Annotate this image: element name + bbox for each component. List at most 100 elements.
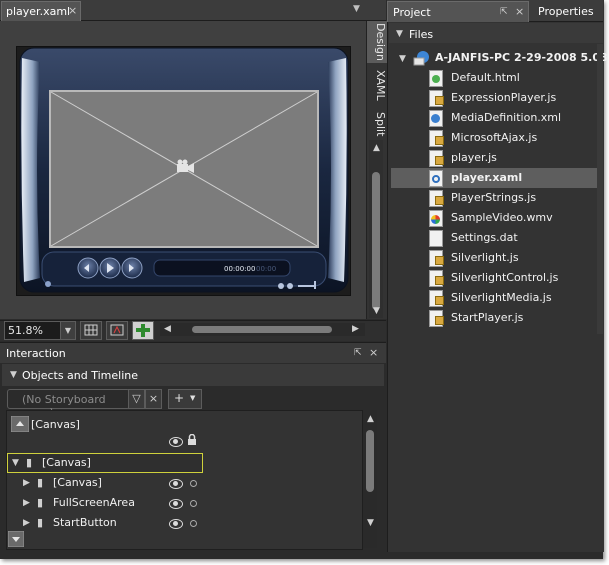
storyboard-dropdown-icon[interactable]: ▽ (128, 389, 145, 409)
tab-project-label: Project (393, 6, 431, 19)
file-row[interactable]: SilverlightControl.js (391, 268, 603, 288)
objects-timeline-header[interactable]: ▼ Objects and Timeline (2, 364, 384, 386)
file-row[interactable]: SilverlightMedia.js (391, 288, 603, 308)
tree-item-label: FullScreenArea (53, 496, 135, 509)
horizontal-scroll-thumb[interactable] (192, 326, 332, 333)
scope-down-icon[interactable] (8, 531, 24, 547)
js-file-icon (429, 130, 444, 147)
expand-arrow-icon[interactable]: ▼ (399, 54, 406, 64)
scope-root-row[interactable]: [Canvas] (7, 414, 361, 436)
collapse-arrow-icon[interactable]: ▼ (396, 29, 403, 39)
interaction-header: Interaction ⇱ × (0, 342, 386, 363)
file-name: MediaDefinition.xml (451, 111, 562, 124)
snap-icon (110, 324, 124, 336)
grid-toggle-button[interactable] (80, 321, 102, 340)
lock-dot-icon[interactable] (190, 480, 197, 487)
tree-item-label: [Canvas] (42, 456, 91, 469)
tree-item-label: [Canvas] (53, 476, 102, 489)
crosshair-icon (136, 324, 150, 337)
file-row-selected[interactable]: player.xaml (391, 168, 603, 188)
file-row[interactable]: PlayerStrings.js (391, 188, 603, 208)
lock-dot-icon[interactable] (190, 500, 197, 507)
objects-timeline-title: Objects and Timeline (22, 369, 139, 382)
expand-arrow-icon[interactable]: ▶ (23, 518, 30, 528)
scroll-up-icon[interactable]: ▲ (373, 143, 380, 153)
visibility-eye-icon[interactable] (169, 437, 183, 447)
tab-design[interactable]: Design (367, 21, 387, 63)
files-scrollbar[interactable] (597, 44, 603, 334)
file-row[interactable]: Silverlight.js (391, 248, 603, 268)
canvas-icon: ▮ (37, 476, 44, 489)
scope-up-icon[interactable] (11, 416, 29, 432)
scroll-down-icon[interactable]: ▼ (367, 518, 374, 528)
tree-row-fullscreenarea[interactable]: ▶ ▮ FullScreenArea (7, 493, 361, 513)
expand-arrow-icon[interactable]: ▶ (23, 478, 30, 488)
close-icon[interactable]: × (68, 4, 77, 17)
undock-icon[interactable]: ⇱ (354, 348, 362, 358)
tab-label: player.xaml (6, 5, 71, 18)
tab-project[interactable]: Project ⇱ × (387, 1, 529, 22)
files-header[interactable]: ▼ Files (389, 23, 603, 43)
close-storyboard-button[interactable]: × (145, 389, 162, 409)
close-icon[interactable]: × (515, 5, 524, 18)
scroll-down-icon[interactable]: ▼ (373, 306, 380, 316)
project-root-label: A-JANFIS-PC 2-29-2008 5.08.01 P (435, 51, 609, 64)
js-file-icon (429, 250, 444, 267)
scroll-left-icon[interactable]: ◀ (164, 324, 171, 334)
file-name: SampleVideo.wmv (451, 211, 553, 224)
tree-row-startbutton[interactable]: ▶ ▮ StartButton (7, 513, 361, 533)
lock-dot-icon[interactable] (190, 520, 197, 527)
zoom-dropdown-icon[interactable]: ▼ (60, 321, 76, 340)
expand-arrow-icon[interactable]: ▼ (12, 458, 19, 468)
file-row[interactable]: ExpressionPlayer.js (391, 88, 603, 108)
tab-player-xaml[interactable]: player.xaml × (1, 1, 81, 21)
tab-menu-arrow-icon[interactable]: ▼ (353, 4, 360, 14)
visibility-eye-icon[interactable] (169, 479, 183, 489)
file-row[interactable]: StartPlayer.js (391, 308, 603, 328)
collapse-arrow-icon[interactable]: ▼ (10, 370, 17, 380)
file-row[interactable]: MediaDefinition.xml (391, 108, 603, 128)
tree-scroll-thumb[interactable] (366, 430, 374, 492)
file-name: Settings.dat (451, 231, 518, 244)
scroll-right-icon[interactable]: ▶ (352, 324, 359, 334)
visibility-eye-icon[interactable] (169, 519, 183, 529)
js-file-icon (429, 310, 444, 327)
file-row[interactable]: player.js (391, 148, 603, 168)
files-header-label: Files (409, 28, 434, 41)
new-storyboard-button[interactable]: + ▼ (168, 389, 202, 409)
media-player-artwork[interactable]: 00:00:00 00:00 (18, 46, 350, 294)
expand-arrow-icon[interactable]: ▶ (23, 498, 30, 508)
scroll-up-icon[interactable]: ▲ (367, 414, 374, 424)
vertical-scroll-thumb[interactable] (372, 172, 380, 310)
file-row[interactable]: MicrosoftAjax.js (391, 128, 603, 148)
canvas-icon: ▮ (26, 456, 33, 469)
xml-file-icon (429, 110, 443, 127)
canvas-icon: ▮ (37, 516, 44, 529)
grid-icon (84, 324, 98, 336)
close-icon[interactable]: × (369, 346, 378, 359)
tree-row-canvas-selected[interactable]: ▼ ▮ [Canvas] (7, 453, 203, 473)
tab-properties-label: Properties (538, 5, 594, 18)
snap-toggle-button[interactable] (106, 321, 128, 340)
file-row[interactable]: SampleVideo.wmv (391, 208, 603, 228)
storyboard-combo[interactable]: (No Storyboard open) (7, 389, 130, 419)
file-row[interactable]: Default.html (391, 68, 603, 88)
tree-row-canvas[interactable]: ▶ ▮ [Canvas] (7, 473, 361, 493)
zoom-combo[interactable]: 51.8% (4, 321, 62, 340)
tab-properties[interactable]: Properties (533, 1, 601, 21)
undock-icon[interactable]: ⇱ (500, 7, 508, 17)
video-file-icon (429, 210, 443, 227)
file-name: SilverlightControl.js (451, 271, 559, 284)
visibility-eye-icon[interactable] (169, 499, 183, 509)
interaction-title: Interaction (6, 347, 66, 360)
right-panel-tabs: Project ⇱ × Properties (387, 0, 603, 22)
project-root-row[interactable]: ▼ A-JANFIS-PC 2-29-2008 5.08.01 P (391, 48, 609, 68)
plus-icon: + (174, 391, 185, 405)
tab-split[interactable]: Split (367, 107, 387, 141)
lock-icon[interactable] (187, 434, 197, 446)
annotation-toggle-button[interactable] (132, 321, 154, 340)
js-file-icon (429, 270, 444, 287)
file-row[interactable]: Settings.dat (391, 228, 603, 248)
player-time-dim: 00:00 (256, 265, 276, 273)
tab-xaml[interactable]: XAML (367, 65, 387, 105)
